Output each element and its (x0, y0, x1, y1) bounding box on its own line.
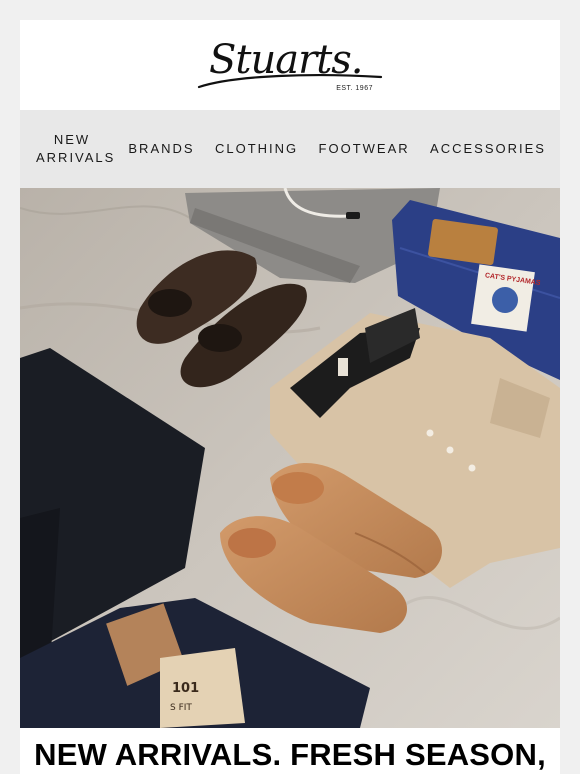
nav-accessories[interactable]: ACCESSORIES (430, 140, 546, 158)
hero-headline: NEW ARRIVALS. FRESH SEASON, (34, 737, 546, 772)
product-flatlay-photo-icon: CAT'S PYJAMAS 101 S FIT (20, 188, 560, 728)
nav-footwear[interactable]: FOOTWEAR (319, 140, 410, 158)
nav-clothing[interactable]: CLOTHING (215, 140, 298, 158)
nav-new-arrivals[interactable]: NEW ARRIVALS (36, 131, 113, 167)
nav-brands[interactable]: BRANDS (128, 140, 194, 158)
header-logo-bar: Stuarts. EST. 1967 (20, 20, 560, 110)
tag-number-text: 101 (172, 681, 199, 696)
logo-est-text: EST. 1967 (336, 85, 373, 92)
hero-image[interactable]: CAT'S PYJAMAS 101 S FIT (20, 188, 560, 728)
email-card: Stuarts. EST. 1967 NEW ARRIVALS BRANDS C… (20, 20, 560, 774)
main-nav: NEW ARRIVALS BRANDS CLOTHING FOOTWEAR AC… (20, 110, 560, 188)
stuarts-logo[interactable]: Stuarts. EST. 1967 (195, 35, 385, 95)
tag-fit-text: S FIT (170, 703, 192, 713)
